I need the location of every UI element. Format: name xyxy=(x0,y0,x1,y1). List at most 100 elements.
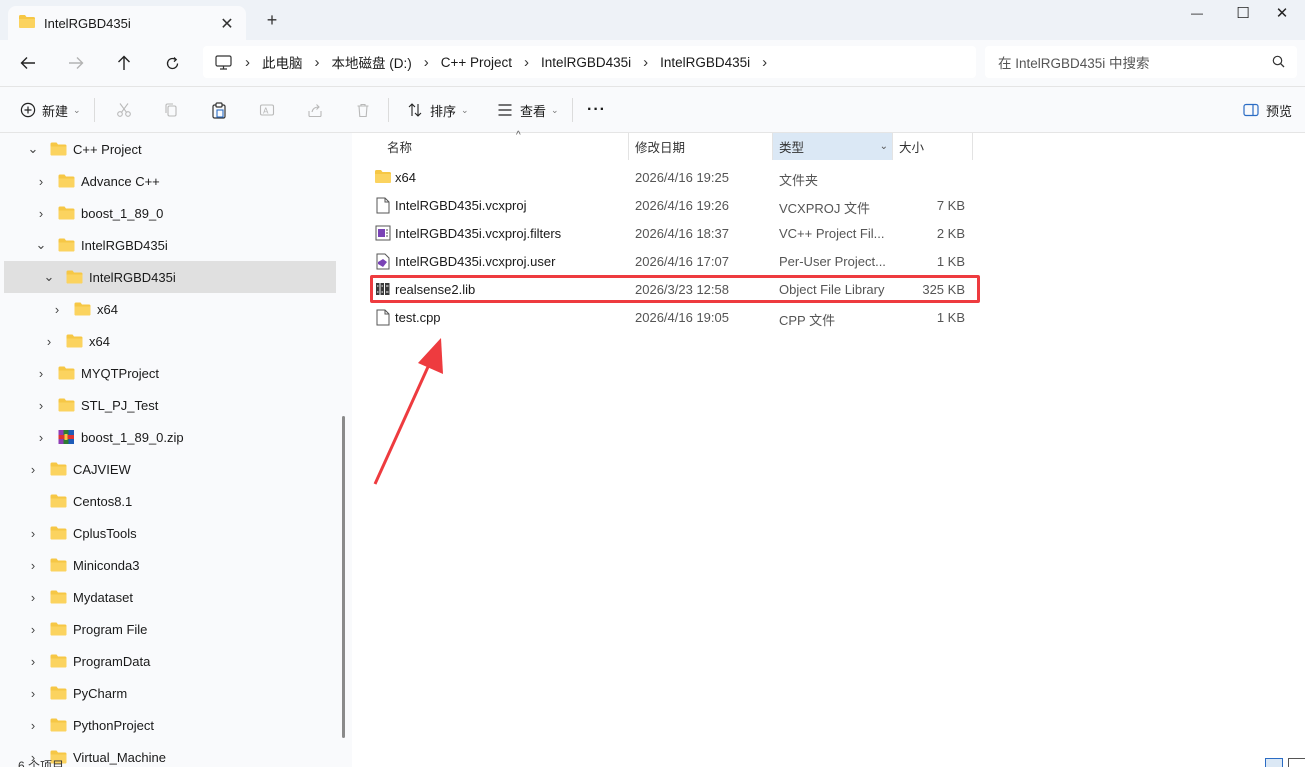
back-button[interactable] xyxy=(15,50,41,76)
tiles-view-button[interactable] xyxy=(1288,758,1305,767)
more-options-button[interactable]: ··· xyxy=(587,87,606,133)
chevron-down-icon[interactable]: ⌄ xyxy=(26,141,40,157)
tree-item-label: boost_1_89_0.zip xyxy=(81,429,184,445)
chevron-right-icon[interactable]: › xyxy=(631,54,660,71)
close-window-button[interactable]: ✕ xyxy=(1259,0,1305,26)
tree-item-centos[interactable]: Centos8.1 xyxy=(4,485,336,517)
file-date: 2026/4/16 18:37 xyxy=(635,226,729,241)
chevron-right-icon[interactable]: › xyxy=(512,54,541,71)
minimize-button[interactable]: — xyxy=(1174,0,1220,26)
new-tab-button[interactable]: + xyxy=(262,10,282,31)
chevron-right-icon[interactable]: › xyxy=(42,334,56,349)
status-bar: 6 个项目 xyxy=(0,759,1305,767)
share-button[interactable] xyxy=(304,87,326,133)
chevron-right-icon[interactable]: › xyxy=(26,590,40,605)
tree-item-myqtproject[interactable]: › MYQTProject xyxy=(4,357,336,389)
column-header-size[interactable]: 大小 xyxy=(893,133,972,160)
column-divider[interactable] xyxy=(972,133,973,160)
tree-item-x64[interactable]: › x64 xyxy=(4,325,336,357)
chevron-right-icon[interactable]: › xyxy=(26,654,40,669)
chevron-right-icon[interactable]: › xyxy=(34,174,48,189)
breadcrumb-cpp-project[interactable]: C++ Project xyxy=(441,55,512,70)
tree-item-label: x64 xyxy=(97,301,118,317)
tree-item-cplustools[interactable]: › CplusTools xyxy=(4,517,336,549)
chevron-right-icon[interactable]: › xyxy=(412,54,441,71)
preview-pane-button[interactable]: 预览 xyxy=(1240,87,1292,133)
cut-button[interactable] xyxy=(113,87,135,133)
file-row-test-cpp[interactable]: test.cpp 2026/4/16 19:05 CPP 文件 1 KB xyxy=(370,304,980,332)
details-view-button[interactable] xyxy=(1265,758,1283,767)
chevron-right-icon[interactable]: › xyxy=(26,718,40,733)
tree-item-programdata[interactable]: › ProgramData xyxy=(4,645,336,677)
breadcrumb-intelrgbd435i-current[interactable]: IntelRGBD435i xyxy=(660,55,750,70)
tree-item-intelrgbd435i-selected[interactable]: ⌄ IntelRGBD435i xyxy=(4,261,336,293)
chevron-down-icon[interactable]: ⌄ xyxy=(880,141,888,152)
file-list: ^ 名称 修改日期 类型 ⌄ 大小 x64 2026/4/16 19:25 文件… xyxy=(353,130,1305,767)
tree-item-pythonproject[interactable]: › PythonProject xyxy=(4,709,336,741)
chevron-right-icon[interactable]: › xyxy=(34,206,48,221)
close-tab-icon[interactable]: ✕ xyxy=(218,14,236,34)
tree-item-x64-inner[interactable]: › x64 xyxy=(4,293,336,325)
search-icon xyxy=(1272,55,1285,71)
column-header-date[interactable]: 修改日期 xyxy=(629,133,772,160)
preview-label: 预览 xyxy=(1266,103,1293,119)
tree-item-intelrgbd435i[interactable]: ⌄ IntelRGBD435i xyxy=(4,229,336,261)
file-type: VC++ Project Fil... xyxy=(779,226,885,241)
chevron-right-icon[interactable]: › xyxy=(26,558,40,573)
column-header-name[interactable]: ^ 名称 xyxy=(370,130,628,160)
chevron-right-icon[interactable]: › xyxy=(26,686,40,701)
folder-icon xyxy=(50,558,67,572)
breadcrumb-this-pc[interactable]: 此电脑 xyxy=(262,52,303,72)
tree-item-stl-pj-test[interactable]: › STL_PJ_Test xyxy=(4,389,336,421)
file-row-vcxproj[interactable]: IntelRGBD435i.vcxproj 2026/4/16 19:26 VC… xyxy=(370,192,980,220)
sort-button[interactable]: 排序 ⌄ xyxy=(404,87,469,133)
sidebar-scrollbar[interactable] xyxy=(342,416,345,738)
tree-item-program-file[interactable]: › Program File xyxy=(4,613,336,645)
copy-button[interactable] xyxy=(160,87,182,133)
column-header-type[interactable]: 类型 ⌄ xyxy=(773,133,892,160)
rename-button[interactable]: A xyxy=(256,87,278,133)
view-button[interactable]: 查看 ⌄ xyxy=(494,87,559,133)
folder-icon xyxy=(50,590,67,604)
paste-button[interactable] xyxy=(208,87,230,133)
new-button[interactable]: 新建 ⌄ xyxy=(17,87,81,133)
chevron-right-icon[interactable]: › xyxy=(34,366,48,381)
tab-intelrgbd435i[interactable]: IntelRGBD435i ✕ xyxy=(8,6,246,40)
file-row-vcxproj-user[interactable]: IntelRGBD435i.vcxproj.user 2026/4/16 17:… xyxy=(370,248,980,276)
forward-button[interactable] xyxy=(63,50,89,76)
column-header-label: 名称 xyxy=(387,141,413,155)
new-label: 新建 xyxy=(42,103,69,119)
file-icon xyxy=(374,309,392,326)
file-name: IntelRGBD435i.vcxproj xyxy=(395,198,527,213)
address-bar[interactable]: › 此电脑 › 本地磁盘 (D:) › C++ Project › IntelR… xyxy=(203,46,976,78)
chevron-right-icon[interactable]: › xyxy=(26,622,40,637)
chevron-right-icon[interactable]: › xyxy=(303,54,332,71)
delete-button[interactable] xyxy=(352,87,374,133)
up-button[interactable] xyxy=(111,50,137,76)
chevron-right-icon[interactable]: › xyxy=(26,462,40,477)
tree-item-pycharm[interactable]: › PyCharm xyxy=(4,677,336,709)
tree-item-boost-zip[interactable]: › boost_1_89_0.zip xyxy=(4,421,336,453)
preview-pane-icon xyxy=(1240,103,1262,117)
file-row-vcxproj-filters[interactable]: IntelRGBD435i.vcxproj.filters 2026/4/16 … xyxy=(370,220,980,248)
close-icon: ✕ xyxy=(1275,5,1289,22)
chevron-right-icon[interactable]: › xyxy=(750,54,779,71)
search-input[interactable]: 在 IntelRGBD435i 中搜索 xyxy=(985,46,1297,78)
copy-icon xyxy=(160,102,182,118)
chevron-down-icon[interactable]: ⌄ xyxy=(34,237,48,253)
file-row-x64[interactable]: x64 2026/4/16 19:25 文件夹 xyxy=(370,164,980,192)
chevron-right-icon[interactable]: › xyxy=(50,302,64,317)
tree-item-advance-cpp[interactable]: › Advance C++ xyxy=(4,165,336,197)
chevron-right-icon[interactable]: › xyxy=(26,526,40,541)
tree-item-cajview[interactable]: › CAJVIEW xyxy=(4,453,336,485)
tree-item-boost[interactable]: › boost_1_89_0 xyxy=(4,197,336,229)
breadcrumb-intelrgbd435i-parent[interactable]: IntelRGBD435i xyxy=(541,55,631,70)
tree-item-miniconda3[interactable]: › Miniconda3 xyxy=(4,549,336,581)
chevron-right-icon[interactable]: › xyxy=(34,398,48,413)
tree-item-mydataset[interactable]: › Mydataset xyxy=(4,581,336,613)
chevron-down-icon[interactable]: ⌄ xyxy=(42,269,56,285)
tree-item-cpp-project[interactable]: ⌄ C++ Project xyxy=(4,133,336,165)
refresh-button[interactable] xyxy=(159,50,185,76)
breadcrumb-drive-d[interactable]: 本地磁盘 (D:) xyxy=(332,52,412,72)
chevron-right-icon[interactable]: › xyxy=(34,430,48,445)
